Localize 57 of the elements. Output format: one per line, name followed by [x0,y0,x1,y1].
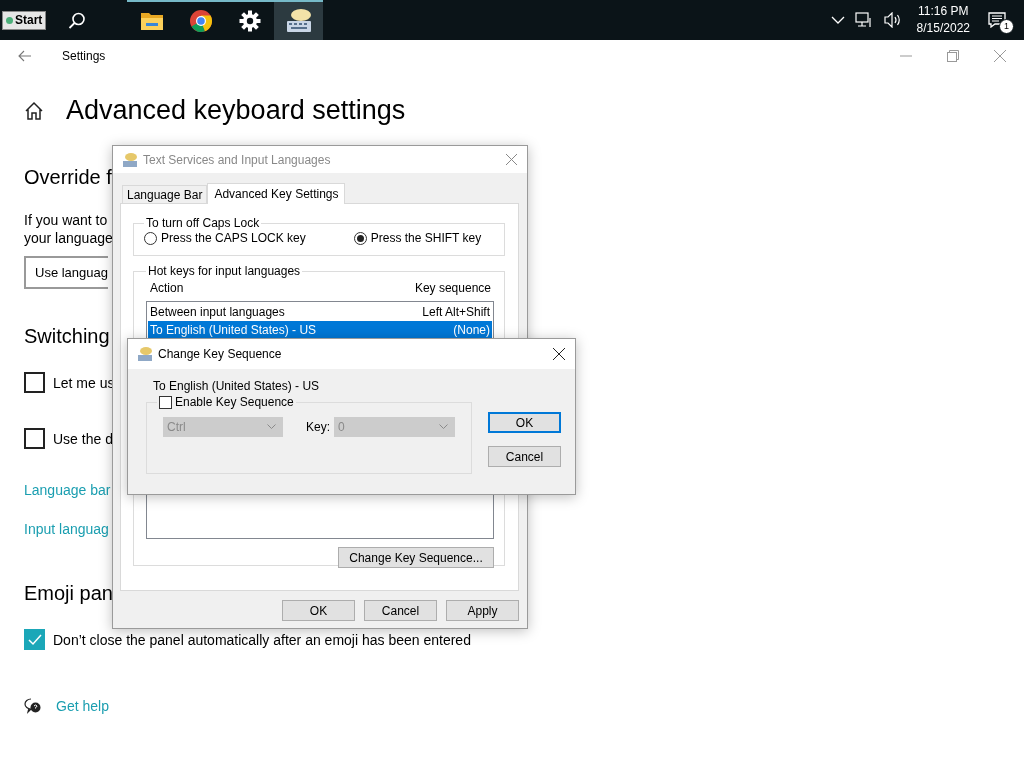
close-icon[interactable] [553,348,565,360]
radio-label: Press the SHIFT key [370,231,482,245]
gear-icon [238,10,261,32]
dialog-button[interactable]: Apply [446,600,519,621]
search-icon [66,11,87,31]
dialog-button[interactable]: OK [488,412,561,433]
checkbox-label: Use the d [53,430,113,447]
chevron-up-icon[interactable] [830,15,845,25]
notification-count: 1 [999,19,1014,34]
clock[interactable]: 11:16 PM 8/15/2022 [916,3,970,37]
checkbox-label: Enable Key Sequence [175,395,294,409]
section-heading: Override f [24,166,112,189]
start-button[interactable]: Start [2,10,47,30]
list-row[interactable]: To English (United States) - US (None) [148,321,492,339]
group-label: To turn off Caps Lock [145,216,261,230]
dialog-title: Text Services and Input Languages [143,152,332,167]
chevron-down-icon [267,424,276,430]
column-header: Action [150,281,184,296]
network-icon[interactable] [854,12,873,28]
volume-icon[interactable] [882,12,903,28]
window-title: Settings [62,49,106,63]
change-key-sequence-button[interactable]: Change Key Sequence... [338,547,494,568]
dialog-title: Change Key Sequence [158,347,283,361]
key-label: Key: [306,420,330,434]
section-heading: Emoji pan [24,582,113,605]
dialog-button[interactable]: Cancel [364,600,437,621]
description-text: your language [24,229,113,247]
page-heading: Advanced keyboard settings [66,95,406,126]
column-header: Key sequence [414,281,491,296]
checkbox-label: Don’t close the panel automatically after an emoji has been entered [53,631,471,648]
keyboard-taskbar-button[interactable] [274,0,324,40]
keyboard-icon [284,8,313,34]
tab[interactable]: Advanced Key Settings [207,183,346,204]
language-dropdown[interactable]: Use languag [24,256,108,289]
help-chat-icon [24,698,42,714]
checkbox[interactable] [24,428,45,449]
chevron-down-icon [439,424,448,430]
checkbox[interactable] [159,395,172,409]
home-icon[interactable] [24,100,44,121]
folder-icon [139,10,164,32]
dialog-button[interactable]: Cancel [488,446,561,467]
tab[interactable]: Language Bar [122,185,208,203]
checkbox[interactable] [24,629,45,650]
checkbox[interactable] [24,372,45,393]
browser-icon [188,9,213,33]
dialog-button[interactable]: OK [282,600,355,621]
section-heading: Switching [24,325,110,348]
checkmark-icon [27,633,42,646]
keyboard-icon [122,151,138,168]
keyboard-icon [137,346,153,362]
list-row[interactable]: Between input languages Left Alt+Shift [148,303,492,321]
hotkey-name: To English (United States) - US [153,379,321,393]
maximize-icon[interactable] [947,50,959,62]
back-arrow-icon[interactable] [18,50,32,62]
radio-label: Press the CAPS LOCK key [161,231,306,245]
description-text: If you want to [24,211,108,229]
group-label: Hot keys for input languages [147,264,302,278]
